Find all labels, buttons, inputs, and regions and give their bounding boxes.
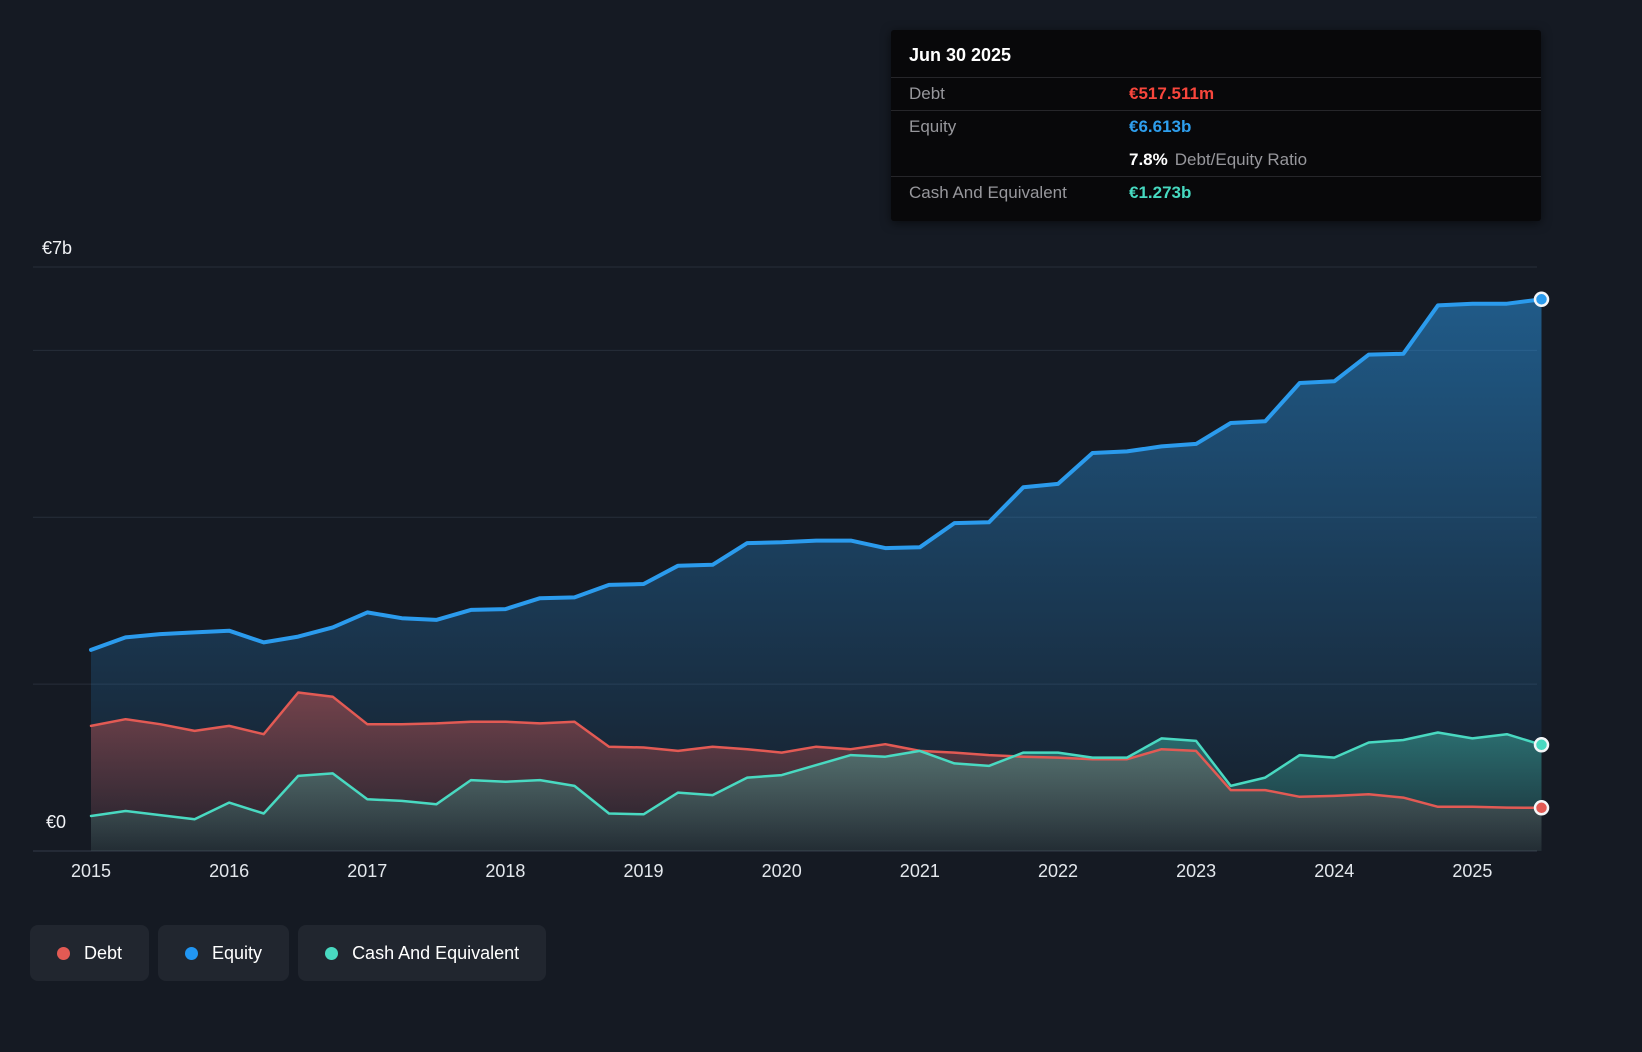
legend-label-equity: Equity (212, 942, 263, 963)
tooltip-debt-label: Debt (909, 84, 945, 103)
legend: Debt Equity Cash And Equivalent (30, 925, 547, 981)
equity-legend-dot-icon (185, 946, 199, 960)
debt-legend-dot-icon (57, 946, 70, 960)
legend-label-debt: Debt (84, 942, 123, 963)
cash-and-equivalent-endpoint-dot (1533, 737, 1550, 753)
x-axis-label-2020: 2020 (761, 861, 802, 881)
tooltip-cash-value: €1.273b (1129, 183, 1192, 202)
tooltip-equity-label: Equity (909, 117, 957, 136)
tooltip-debt-row: Debt €517.511m (891, 77, 1541, 110)
x-axis-label-2024: 2024 (1314, 861, 1355, 881)
chart-tooltip: Jun 30 2025 Debt €517.511m Equity €6.613… (891, 30, 1541, 221)
cash-legend-dot-icon (325, 946, 339, 960)
legend-item-debt[interactable]: Debt (30, 925, 150, 981)
tooltip-date: Jun 30 2025 (909, 45, 1012, 65)
tooltip-debt-value: €517.511m (1129, 84, 1215, 103)
debt-endpoint-dot (1533, 800, 1550, 816)
x-axis-label-2022: 2022 (1037, 861, 1078, 881)
tooltip-ratio-row: 7.8% Debt/Equity Ratio (891, 143, 1541, 176)
tooltip-ratio-value: 7.8% (1129, 149, 1168, 169)
tooltip-ratio-label: Debt/Equity Ratio (1174, 149, 1308, 169)
equity-endpoint-dot (1533, 291, 1550, 308)
x-axis: 2015 2016 2017 2018 2019 2020 2021 2022 2023 2024… (0, 861, 1642, 887)
x-axis-label-2021: 2021 (899, 861, 940, 881)
x-axis-label-2017: 2017 (347, 861, 388, 881)
x-axis-label-2018: 2018 (485, 861, 526, 881)
tooltip-cash-label: Cash And Equivalent (909, 183, 1067, 202)
tooltip-equity-row: Equity €6.613b (891, 110, 1541, 143)
x-axis-label-2025: 2025 (1452, 861, 1493, 881)
x-axis-label-2016: 2016 (209, 861, 250, 881)
tooltip-cash-row: Cash And Equivalent €1.273b (891, 176, 1541, 209)
legend-label-cash: Cash And Equivalent (352, 942, 520, 963)
tooltip-ratio: 7.8% Debt/Equity Ratio (1129, 150, 1307, 170)
debt-equity-chart-page: €7b €0 2015 2016 2017 2018 2019 2020 2021 2022 2… (0, 0, 1642, 1052)
x-axis-label-2023: 2023 (1176, 861, 1217, 881)
legend-item-equity[interactable]: Equity (158, 925, 290, 981)
x-axis-label-2019: 2019 (623, 861, 664, 881)
y-axis-label-zero: €0 (46, 812, 67, 832)
legend-item-cash[interactable]: Cash And Equivalent (298, 925, 547, 981)
y-axis-label-top: €7b (42, 238, 73, 258)
x-axis-label-2015: 2015 (70, 861, 112, 881)
tooltip-equity-value: €6.613b (1129, 117, 1192, 136)
